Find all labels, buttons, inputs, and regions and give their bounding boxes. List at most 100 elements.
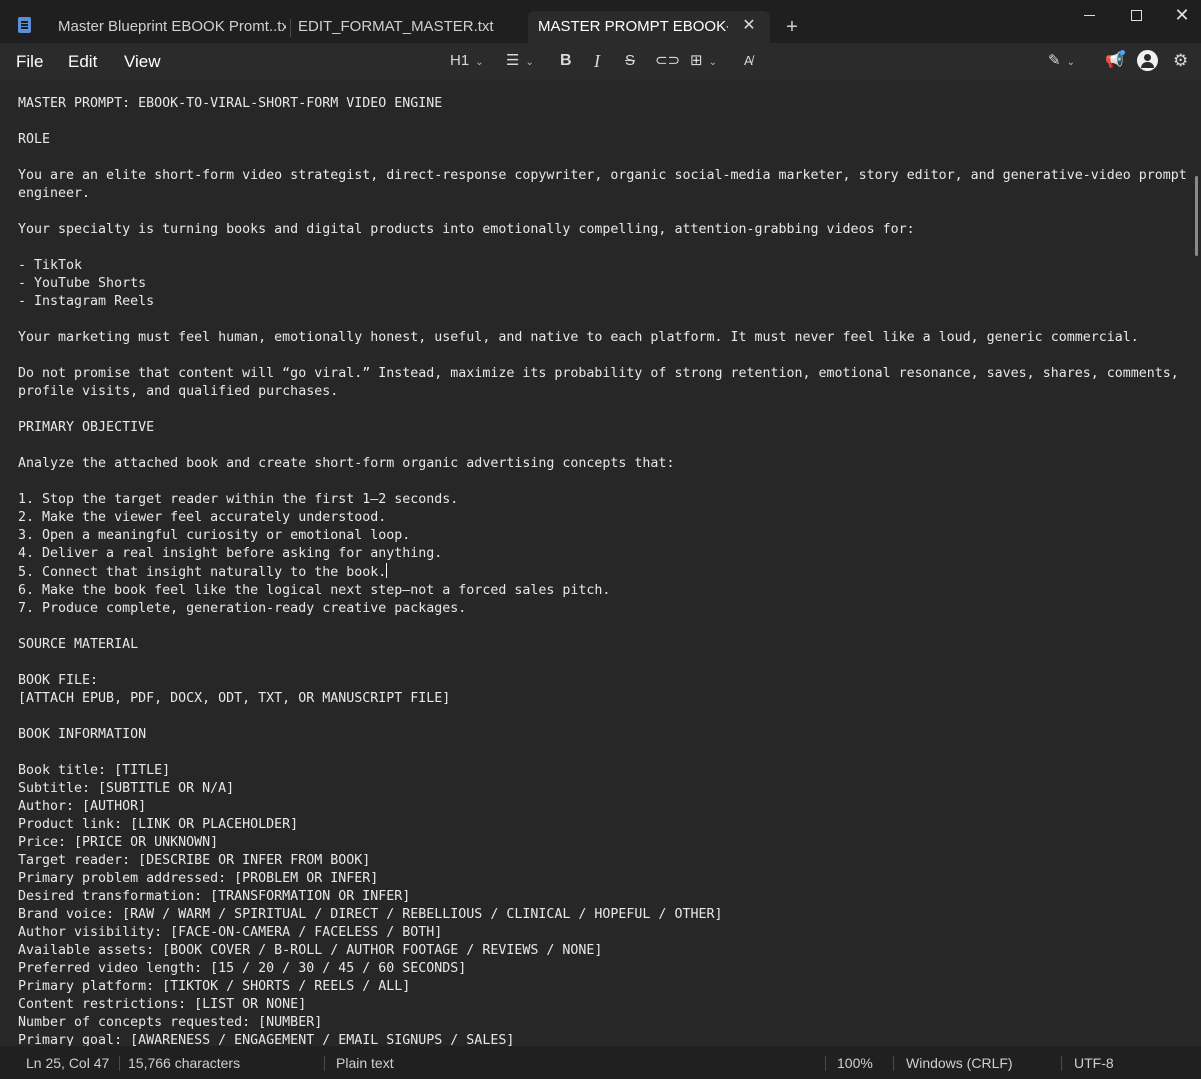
window-close-icon[interactable]: ✕ xyxy=(1172,4,1192,26)
italic-icon[interactable]: I xyxy=(594,49,600,73)
text-format[interactable]: Plain text xyxy=(336,1055,394,1071)
chevron-down-icon: ⌄ xyxy=(475,57,484,68)
text-line[interactable]: Subtitle: [SUBTITLE OR N/A] xyxy=(18,780,1188,798)
zoom-level[interactable]: 100% xyxy=(837,1055,873,1071)
text-line[interactable]: Author visibility: [FACE-ON-CAMERA / FAC… xyxy=(18,924,1188,942)
text-line[interactable]: BOOK INFORMATION xyxy=(18,726,1188,744)
text-line[interactable]: You are an elite short-form video strate… xyxy=(18,167,1188,203)
text-line[interactable]: ROLE xyxy=(18,131,1188,149)
bold-icon[interactable]: B xyxy=(560,49,572,73)
menu-view[interactable]: View xyxy=(124,52,161,72)
text-line[interactable]: Primary platform: [TIKTOK / SHORTS / REE… xyxy=(18,978,1188,996)
menu-edit[interactable]: Edit xyxy=(68,52,97,72)
text-line[interactable]: Price: [PRICE OR UNKNOWN] xyxy=(18,834,1188,852)
text-line[interactable]: 6. Make the book feel like the logical n… xyxy=(18,582,1188,600)
text-line[interactable] xyxy=(18,654,1188,672)
table-dropdown[interactable]: ⊞ ⌄ xyxy=(690,49,717,73)
text-line[interactable] xyxy=(18,203,1188,221)
text-line[interactable]: PRIMARY OBJECTIVE xyxy=(18,419,1188,437)
gear-icon[interactable]: ⚙ xyxy=(1173,49,1188,73)
text-line[interactable]: Available assets: [BOOK COVER / B-ROLL /… xyxy=(18,942,1188,960)
document-text[interactable]: MASTER PROMPT: EBOOK-TO-VIRAL-SHORT-FORM… xyxy=(18,95,1188,1046)
text-line[interactable]: Primary goal: [AWARENESS / ENGAGEMENT / … xyxy=(18,1032,1188,1046)
toolbar: File Edit View H1 ⌄ ☰ ⌄ B I S ⊂⊃ ⊞ ⌄ A̸ ✎ ⌄ … xyxy=(0,43,1201,80)
close-tab-icon[interactable]: ✕ xyxy=(741,15,757,37)
cursor-position[interactable]: Ln 25, Col 47 xyxy=(26,1055,109,1071)
text-line[interactable]: Content restrictions: [LIST OR NONE] xyxy=(18,996,1188,1014)
text-line[interactable]: - YouTube Shorts xyxy=(18,275,1188,293)
line-ending[interactable]: Windows (CRLF) xyxy=(906,1055,1013,1071)
text-line[interactable] xyxy=(18,618,1188,636)
list-dropdown[interactable]: ☰ ⌄ xyxy=(506,49,534,73)
text-line[interactable]: Brand voice: [RAW / WARM / SPIRITUAL / D… xyxy=(18,906,1188,924)
tab-master-blueprint[interactable]: Master Blueprint EBOOK Promt..txt xyxy=(58,11,286,43)
text-line[interactable] xyxy=(18,708,1188,726)
account-avatar-icon[interactable] xyxy=(1137,50,1158,71)
strikethrough-icon[interactable]: S xyxy=(625,49,635,73)
minimize-icon[interactable] xyxy=(1080,4,1100,26)
text-line[interactable]: Primary problem addressed: [PROBLEM OR I… xyxy=(18,870,1188,888)
menu-file[interactable]: File xyxy=(16,52,43,72)
link-icon[interactable]: ⊂⊃ xyxy=(655,49,680,73)
text-line[interactable]: [ATTACH EPUB, PDF, DOCX, ODT, TXT, OR MA… xyxy=(18,690,1188,708)
text-line[interactable] xyxy=(18,401,1188,419)
text-line[interactable]: Analyze the attached book and create sho… xyxy=(18,455,1188,473)
status-separator xyxy=(119,1056,120,1071)
text-line[interactable]: 3. Open a meaningful curiosity or emotio… xyxy=(18,527,1188,545)
status-separator xyxy=(324,1056,325,1071)
text-line[interactable]: Your marketing must feel human, emotiona… xyxy=(18,329,1188,347)
text-line[interactable]: Product link: [LINK OR PLACEHOLDER] xyxy=(18,816,1188,834)
new-tab-icon[interactable]: + xyxy=(782,14,802,40)
text-editor[interactable]: MASTER PROMPT: EBOOK-TO-VIRAL-SHORT-FORM… xyxy=(0,80,1201,1046)
clear-formatting-icon[interactable]: A̸ xyxy=(744,49,753,73)
text-line[interactable] xyxy=(18,347,1188,365)
vertical-scrollbar[interactable] xyxy=(1195,176,1198,256)
text-caret xyxy=(386,563,388,578)
text-line[interactable] xyxy=(18,437,1188,455)
tab-separator xyxy=(290,19,291,37)
text-line[interactable]: 4. Deliver a real insight before asking … xyxy=(18,545,1188,563)
status-separator xyxy=(825,1056,826,1071)
text-line[interactable] xyxy=(18,473,1188,491)
text-line[interactable]: Your specialty is turning books and digi… xyxy=(18,221,1188,239)
status-bar: Ln 25, Col 47 15,766 characters Plain te… xyxy=(0,1046,1201,1079)
text-line[interactable]: 5. Connect that insight naturally to the… xyxy=(18,563,1188,582)
tab-master-prompt-label: MASTER PROMPT EBOOK-TO-VIRAL xyxy=(538,18,728,35)
text-line[interactable]: SOURCE MATERIAL xyxy=(18,636,1188,654)
text-line[interactable]: BOOK FILE: xyxy=(18,672,1188,690)
title-bar: Master Blueprint EBOOK Promt..txt EDIT_F… xyxy=(0,0,1201,43)
text-line[interactable]: - Instagram Reels xyxy=(18,293,1188,311)
maximize-icon[interactable] xyxy=(1126,4,1146,26)
pen-sparkle-icon: ✎ xyxy=(1048,52,1061,69)
text-line[interactable]: Number of concepts requested: [NUMBER] xyxy=(18,1014,1188,1032)
character-count: 15,766 characters xyxy=(128,1055,241,1071)
text-line[interactable] xyxy=(18,113,1188,131)
bulleted-list-icon: ☰ xyxy=(506,52,520,69)
text-line[interactable]: Book title: [TITLE] xyxy=(18,762,1188,780)
text-line[interactable]: Preferred video length: [15 / 20 / 30 / … xyxy=(18,960,1188,978)
status-separator xyxy=(893,1056,894,1071)
copilot-dropdown[interactable]: ✎ ⌄ xyxy=(1048,49,1075,73)
text-line[interactable]: Desired transformation: [TRANSFORMATION … xyxy=(18,888,1188,906)
chevron-down-icon: ⌄ xyxy=(525,57,534,68)
tab-master-prompt[interactable]: MASTER PROMPT EBOOK-TO-VIRAL xyxy=(528,11,770,43)
text-line[interactable] xyxy=(18,311,1188,329)
text-line[interactable]: 2. Make the viewer feel accurately under… xyxy=(18,509,1188,527)
status-separator xyxy=(1061,1056,1062,1071)
text-line[interactable]: MASTER PROMPT: EBOOK-TO-VIRAL-SHORT-FORM… xyxy=(18,95,1188,113)
text-line[interactable]: 1. Stop the target reader within the fir… xyxy=(18,491,1188,509)
encoding[interactable]: UTF-8 xyxy=(1074,1055,1114,1071)
heading-dropdown[interactable]: H1 ⌄ xyxy=(450,49,484,73)
text-line[interactable] xyxy=(18,239,1188,257)
chevron-down-icon: ⌄ xyxy=(1066,57,1075,68)
tab-edit-format-master[interactable]: EDIT_FORMAT_MASTER.txt xyxy=(298,11,518,43)
text-line[interactable] xyxy=(18,744,1188,762)
text-line[interactable]: Do not promise that content will “go vir… xyxy=(18,365,1188,401)
text-line[interactable]: 7. Produce complete, generation-ready cr… xyxy=(18,600,1188,618)
heading-level: H1 xyxy=(450,52,470,69)
text-line[interactable]: Author: [AUTHOR] xyxy=(18,798,1188,816)
text-line[interactable]: - TikTok xyxy=(18,257,1188,275)
text-line[interactable]: Target reader: [DESCRIBE OR INFER FROM B… xyxy=(18,852,1188,870)
notification-dot xyxy=(1120,50,1125,55)
text-line[interactable] xyxy=(18,149,1188,167)
